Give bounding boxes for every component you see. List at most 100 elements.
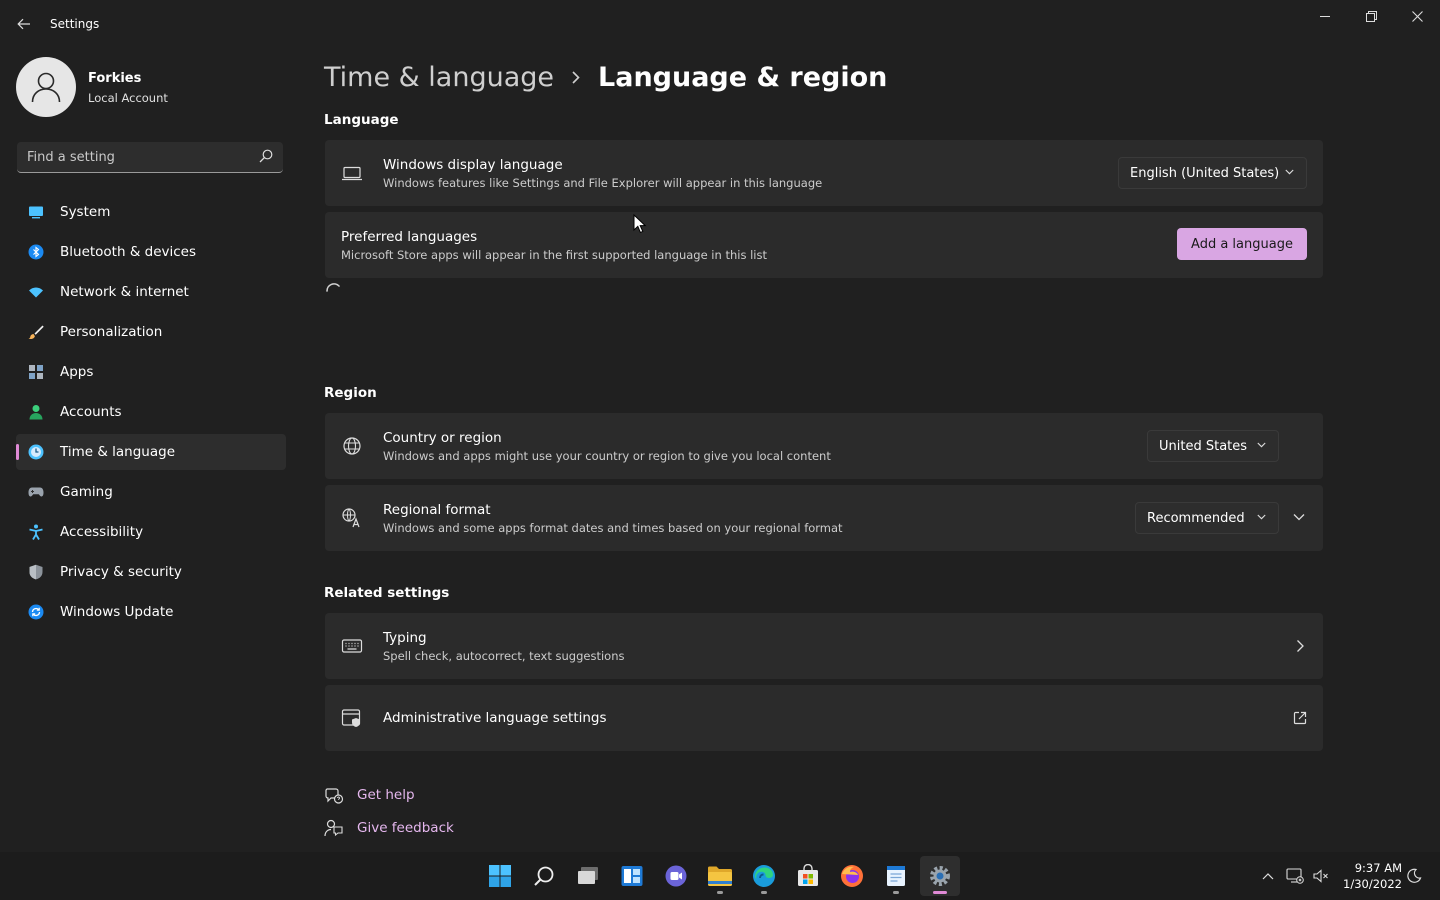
- widgets-button[interactable]: [612, 856, 652, 896]
- chat-icon: [665, 865, 687, 887]
- apps-icon: [29, 365, 43, 379]
- setting-description: Windows features like Settings and File …: [383, 176, 823, 190]
- section-heading-related-settings: Related settings: [324, 585, 450, 601]
- dropdown-value: English (United States): [1130, 165, 1280, 181]
- file-explorer-button[interactable]: [700, 856, 740, 896]
- title-bar: Settings: [0, 0, 1440, 48]
- globe-icon: [343, 437, 361, 455]
- sidebar-item-accessibility[interactable]: Accessibility: [16, 514, 286, 550]
- admin-settings-icon: [341, 709, 361, 727]
- edge-button[interactable]: [744, 856, 784, 896]
- focus-assist-button[interactable]: [1404, 866, 1424, 886]
- start-button[interactable]: [480, 856, 520, 896]
- settings-taskbar-button[interactable]: [920, 856, 960, 896]
- sidebar-item-apps[interactable]: Apps: [16, 354, 286, 390]
- display-language-dropdown[interactable]: English (United States): [1118, 157, 1307, 189]
- shield-icon: [29, 564, 43, 580]
- task-view-button[interactable]: [568, 856, 608, 896]
- setting-card-display-language: Windows display language Windows feature…: [325, 140, 1323, 206]
- accounts-icon: [29, 405, 43, 420]
- country-region-dropdown[interactable]: United States: [1147, 430, 1279, 462]
- show-hidden-icons-button[interactable]: [1258, 866, 1278, 886]
- accessibility-icon: [29, 524, 43, 540]
- setting-title: Typing: [383, 630, 427, 646]
- network-icon: [29, 287, 43, 298]
- expand-chevron-icon[interactable]: [1293, 513, 1305, 521]
- sidebar-item-time-language[interactable]: Time & language: [16, 434, 286, 470]
- keyboard-icon: [341, 639, 363, 653]
- back-button[interactable]: [10, 12, 38, 36]
- loading-spinner-icon: [326, 283, 340, 292]
- user-profile[interactable]: Forkies Local Account: [16, 57, 286, 117]
- taskbar-search-button[interactable]: [524, 856, 564, 896]
- setting-title: Preferred languages: [341, 229, 478, 245]
- search-icon[interactable]: [259, 149, 273, 163]
- chat-button[interactable]: [656, 856, 696, 896]
- gamepad-icon: [28, 487, 44, 497]
- close-button[interactable]: [1394, 0, 1440, 32]
- sidebar-item-label: Gaming: [60, 484, 113, 500]
- setting-card-regional-format: Regional format Windows and some apps fo…: [325, 485, 1323, 551]
- dropdown-value: Recommended: [1147, 510, 1245, 526]
- folder-icon: [708, 866, 732, 886]
- language-format-icon: [342, 508, 360, 528]
- firefox-button[interactable]: [832, 856, 872, 896]
- search-input[interactable]: [17, 142, 247, 172]
- get-help-link[interactable]: Get help: [324, 784, 415, 806]
- sidebar-item-network[interactable]: Network & internet: [16, 274, 286, 310]
- running-indicator: [893, 891, 899, 894]
- sidebar-item-personalization[interactable]: Personalization: [16, 314, 286, 350]
- brush-icon: [28, 325, 44, 340]
- network-tray-button[interactable]: [1285, 866, 1305, 886]
- minimize-icon: [1320, 16, 1330, 17]
- sidebar-item-label: Personalization: [60, 324, 163, 340]
- sidebar-item-label: Accounts: [60, 404, 122, 420]
- breadcrumb: Time & language Language & region: [324, 57, 887, 97]
- chevron-down-icon: [1257, 442, 1266, 448]
- regional-format-dropdown[interactable]: Recommended: [1135, 502, 1279, 534]
- notepad-button[interactable]: [876, 856, 916, 896]
- give-feedback-link[interactable]: Give feedback: [324, 817, 454, 839]
- minimize-button[interactable]: [1302, 0, 1348, 32]
- taskbar-clock[interactable]: 9:37 AM 1/30/2022: [1336, 860, 1402, 892]
- restore-button[interactable]: [1348, 0, 1394, 32]
- bluetooth-icon: [28, 244, 44, 260]
- restore-icon: [1365, 10, 1377, 22]
- setting-description: Windows and some apps format dates and t…: [383, 521, 843, 535]
- get-help-text[interactable]: Get help: [357, 787, 415, 803]
- sidebar-item-system[interactable]: System: [16, 194, 286, 230]
- give-feedback-text[interactable]: Give feedback: [357, 820, 454, 836]
- update-icon: [28, 604, 44, 620]
- volume-tray-button[interactable]: [1311, 866, 1331, 886]
- sidebar-item-privacy[interactable]: Privacy & security: [16, 554, 286, 590]
- sidebar-item-windows-update[interactable]: Windows Update: [16, 594, 286, 630]
- setting-title: Regional format: [383, 502, 491, 518]
- external-link-icon: [1293, 711, 1307, 725]
- setting-description: Spell check, autocorrect, text suggestio…: [383, 649, 625, 663]
- setting-title: Country or region: [383, 430, 502, 446]
- help-icon: [325, 788, 344, 804]
- close-icon: [1411, 10, 1423, 22]
- search-box[interactable]: [17, 142, 283, 173]
- sidebar-item-bluetooth[interactable]: Bluetooth & devices: [16, 234, 286, 270]
- mouse-cursor-icon: [633, 214, 647, 234]
- sidebar-item-gaming[interactable]: Gaming: [16, 474, 286, 510]
- breadcrumb-parent[interactable]: Time & language: [324, 62, 554, 93]
- store-button[interactable]: [788, 856, 828, 896]
- back-arrow-icon: [17, 18, 30, 30]
- setting-card-admin-language[interactable]: Administrative language settings: [325, 685, 1323, 751]
- store-icon: [798, 864, 818, 886]
- widgets-icon: [621, 866, 643, 886]
- sidebar-item-label: Accessibility: [60, 524, 144, 540]
- setting-description: Microsoft Store apps will appear in the …: [341, 248, 767, 262]
- laptop-icon: [342, 166, 362, 181]
- setting-card-typing[interactable]: Typing Spell check, autocorrect, text su…: [325, 613, 1323, 679]
- chevron-right-icon: [1297, 640, 1304, 652]
- edge-icon: [753, 865, 775, 887]
- clock-time: 9:37 AM: [1354, 861, 1402, 875]
- sidebar-item-label: Privacy & security: [60, 564, 182, 580]
- add-language-button[interactable]: Add a language: [1177, 228, 1307, 260]
- profile-account-type: Local Account: [88, 91, 168, 105]
- sidebar-item-accounts[interactable]: Accounts: [16, 394, 286, 430]
- sidebar-nav: System Bluetooth & devices Network & int…: [16, 194, 286, 634]
